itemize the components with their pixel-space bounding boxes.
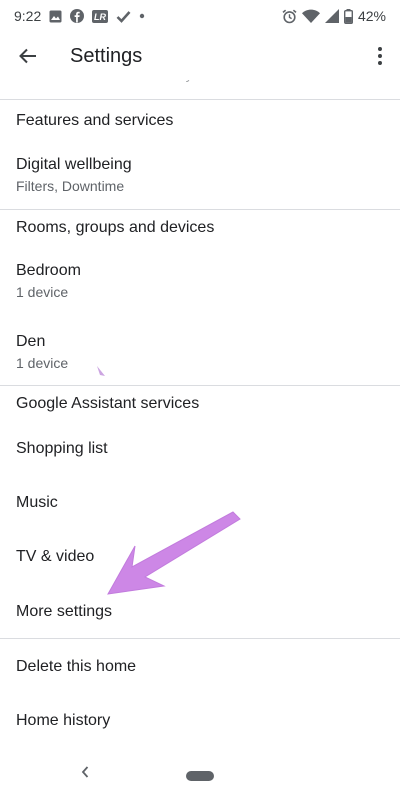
- nav-home-pill[interactable]: [186, 771, 214, 781]
- divider: [0, 638, 400, 639]
- item-title: Bedroom: [16, 262, 81, 279]
- item-title: Home history: [16, 712, 111, 729]
- settings-list: Features and services Digital wellbeing …: [0, 0, 400, 799]
- item-subtitle: 1 device: [16, 284, 69, 300]
- list-item-delete-home[interactable]: Delete this home: [0, 658, 400, 676]
- item-title: Den: [16, 333, 46, 350]
- section-header-features: Features and services: [16, 112, 174, 129]
- item-title: Delete this home: [16, 658, 137, 675]
- list-item-shopping-list[interactable]: Shopping list: [0, 440, 400, 458]
- item-title: Digital wellbeing: [16, 156, 132, 173]
- list-item-digital-wellbeing[interactable]: Digital wellbeing Filters, Downtime: [0, 156, 400, 194]
- list-item-home-history[interactable]: Home history: [0, 712, 400, 730]
- list-item-tv-video[interactable]: TV & video: [0, 548, 400, 566]
- section-header-rooms: Rooms, groups and devices: [16, 219, 215, 236]
- item-subtitle: 1 device: [16, 355, 69, 371]
- list-item-more-settings[interactable]: More settings: [0, 603, 400, 621]
- system-nav-bar: [0, 753, 400, 799]
- chevron-left-icon: [81, 766, 89, 778]
- section-header-assistant: Google Assistant services: [16, 395, 200, 412]
- item-title: Music: [16, 494, 58, 511]
- item-title: More settings: [16, 603, 113, 620]
- nav-back-button[interactable]: [80, 765, 90, 784]
- list-item-den[interactable]: Den 1 device: [0, 333, 400, 371]
- divider: [0, 209, 400, 210]
- item-subtitle: Filters, Downtime: [16, 178, 125, 194]
- list-item-bedroom[interactable]: Bedroom 1 device: [0, 262, 400, 300]
- divider: [0, 99, 400, 100]
- list-item-music[interactable]: Music: [0, 494, 400, 512]
- divider: [0, 385, 400, 386]
- item-title: TV & video: [16, 548, 95, 565]
- item-title: Shopping list: [16, 440, 108, 457]
